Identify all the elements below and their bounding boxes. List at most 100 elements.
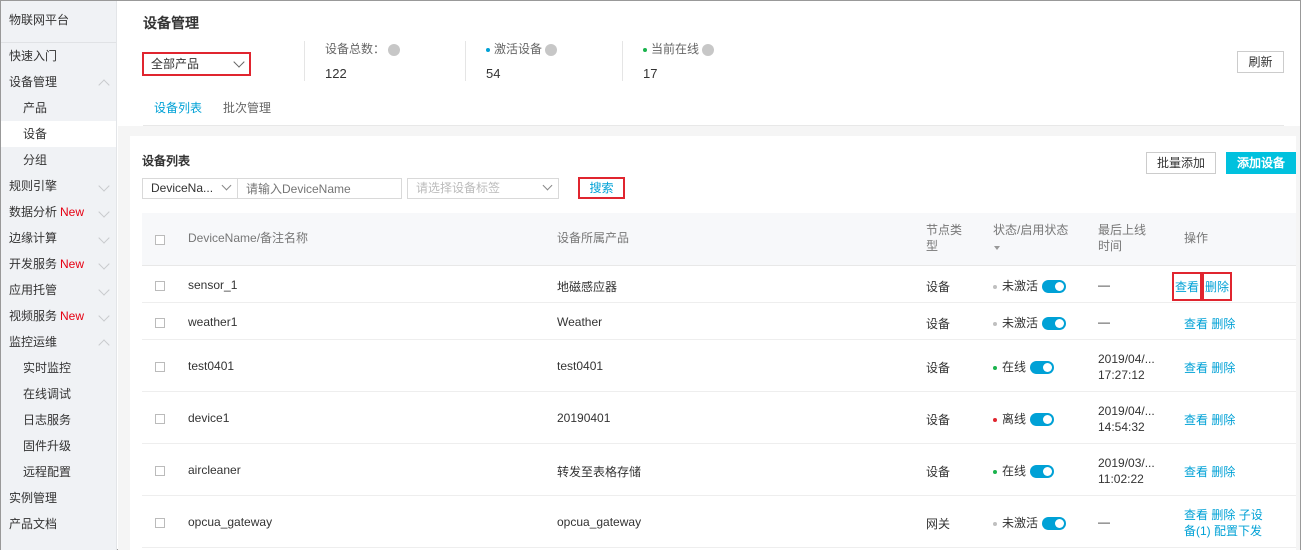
filter-type-select[interactable]: DeviceNa... — [142, 178, 238, 199]
status-dot-icon — [993, 521, 997, 526]
row-actions: 查看 删除 — [1184, 359, 1235, 376]
sidebar: 物联网平台 快速入门 设备管理 产品 设备 分组 规则引擎 数据分析 New 边缘计算 开发服务 N… — [1, 1, 117, 550]
new-badge: New — [60, 257, 85, 271]
sidebar-item[interactable]: 设备 — [1, 121, 116, 147]
product-select[interactable]: 全部产品 — [142, 52, 251, 76]
col-product: 设备所属产品 — [557, 231, 630, 245]
batch-add-button[interactable]: 批量添加 — [1146, 152, 1216, 174]
delete-link[interactable]: 删除 — [1202, 272, 1233, 301]
delete-link[interactable]: 删除 — [1211, 508, 1235, 522]
stat-online-devices: 当前在线 17 — [622, 41, 715, 81]
sidebar-item[interactable]: 固件升级 — [1, 433, 116, 459]
device-product: opcua_gateway — [557, 515, 642, 529]
sidebar-item[interactable]: 开发服务 New — [1, 251, 116, 277]
help-icon[interactable] — [702, 43, 715, 56]
device-name: weather1 — [188, 315, 238, 329]
delete-link[interactable]: 删除 — [1211, 317, 1235, 331]
view-link[interactable]: 查看 — [1184, 413, 1208, 427]
view-link[interactable]: 查看 — [1184, 317, 1208, 331]
filter-type-value: DeviceNa... — [151, 181, 214, 195]
sidebar-item[interactable]: 在线调试 — [1, 381, 116, 407]
status-dot-icon — [993, 469, 997, 474]
page-title: 设备管理 — [143, 15, 199, 31]
sub-device-link[interactable]: 子设 — [1239, 508, 1263, 522]
sidebar-item[interactable]: 分组 — [1, 147, 116, 173]
sidebar-item[interactable]: 数据分析 New — [1, 199, 116, 225]
device-product: 地磁感应器 — [557, 280, 618, 294]
sidebar-item[interactable]: 实时监控 — [1, 355, 116, 381]
new-badge: New — [60, 205, 85, 219]
enable-toggle[interactable] — [1042, 280, 1067, 294]
sidebar-item[interactable]: 产品文档 — [1, 511, 116, 537]
sidebar-item-label: 应用托管 — [9, 283, 58, 297]
product-select-value: 全部产品 — [151, 57, 200, 71]
enable-toggle[interactable] — [1042, 517, 1067, 531]
sidebar-item-label: 开发服务 — [9, 257, 58, 271]
sidebar-item[interactable]: 监控运维 — [1, 329, 116, 355]
device-status: 未激活 — [993, 314, 1067, 331]
row-checkbox[interactable] — [155, 362, 165, 372]
tab-batch-management[interactable]: 批次管理 — [223, 99, 271, 127]
delete-link[interactable]: 删除 — [1211, 413, 1235, 427]
device-status: 未激活 — [993, 277, 1067, 294]
col-node-type-line2: 型 — [926, 239, 939, 253]
delete-link[interactable]: 删除 — [1211, 465, 1235, 479]
table-row: sensor_1 地磁感应器 设备 未激活 — 查看 删除 — [142, 266, 1296, 303]
row-checkbox[interactable] — [155, 414, 165, 424]
chevron-down-icon — [98, 206, 110, 218]
device-tag-select[interactable]: 请选择设备标签 — [407, 178, 559, 199]
search-button[interactable]: 搜索 — [578, 177, 625, 199]
sidebar-item[interactable]: 日志服务 — [1, 407, 116, 433]
row-checkbox[interactable] — [155, 318, 165, 328]
device-list-title: 设备列表 — [142, 154, 191, 168]
sidebar-item[interactable]: 设备管理 — [1, 69, 116, 95]
sort-down-icon[interactable] — [994, 246, 1000, 250]
row-checkbox[interactable] — [155, 518, 165, 528]
chevron-up-icon — [98, 79, 110, 91]
sidebar-item-label: 实时监控 — [23, 361, 72, 375]
view-link[interactable]: 查看 — [1172, 272, 1203, 301]
add-device-button[interactable]: 添加设备 — [1226, 152, 1296, 174]
sidebar-item-label: 设备管理 — [9, 75, 58, 89]
sidebar-item[interactable]: 边缘计算 — [1, 225, 116, 251]
col-status-label: 状态/启用状态 — [993, 223, 1069, 237]
chevron-down-icon — [98, 180, 110, 192]
last-online: 2019/04/... 14:54:32 — [1098, 403, 1155, 435]
row-actions: 查看 删除 子设备(1) 配置下发 — [1184, 507, 1263, 539]
sidebar-item[interactable]: 视频服务 New — [1, 303, 116, 329]
help-icon[interactable] — [545, 43, 558, 56]
device-product: test0401 — [557, 359, 604, 373]
view-link[interactable]: 查看 — [1184, 508, 1208, 522]
view-link[interactable]: 查看 — [1184, 361, 1208, 375]
row-checkbox[interactable] — [155, 466, 165, 476]
sidebar-item-label: 远程配置 — [23, 465, 72, 479]
device-name: opcua_gateway — [188, 515, 273, 529]
refresh-button[interactable]: 刷新 — [1237, 51, 1284, 73]
select-all-checkbox[interactable] — [155, 235, 165, 245]
help-icon[interactable] — [388, 43, 401, 56]
sidebar-item[interactable]: 快速入门 — [1, 43, 116, 69]
device-tag-placeholder: 请选择设备标签 — [416, 181, 501, 195]
device-list-card: 设备列表 批量添加 添加设备 DeviceNa... 请选择设备标签 搜索 De… — [130, 136, 1296, 550]
enable-toggle[interactable] — [1030, 361, 1055, 375]
row-checkbox[interactable] — [155, 281, 165, 291]
device-product: Weather — [557, 315, 603, 329]
sidebar-item[interactable]: 规则引擎 — [1, 173, 116, 199]
chevron-down-icon — [221, 180, 232, 191]
view-link[interactable]: 查看 — [1184, 465, 1208, 479]
sidebar-item[interactable]: 远程配置 — [1, 459, 116, 485]
delete-link[interactable]: 删除 — [1211, 361, 1235, 375]
sidebar-item[interactable]: 产品 — [1, 95, 116, 121]
sidebar-item[interactable]: 实例管理 — [1, 485, 116, 511]
col-status[interactable]: 状态/启用状态 — [993, 222, 1068, 254]
enable-toggle[interactable] — [1030, 413, 1055, 427]
stat-value: 54 — [486, 66, 501, 81]
sub-device-config-link[interactable]: 备(1) 配置下发 — [1184, 524, 1262, 538]
tab-device-list[interactable]: 设备列表 — [143, 99, 212, 127]
enable-toggle[interactable] — [1030, 465, 1055, 479]
table-row: weather1 Weather 设备 未激活 — 查看 删除 — [142, 303, 1296, 340]
table-header: DeviceName/备注名称 设备所属产品 节点类 型 状态/启用状态 最后上… — [142, 213, 1296, 266]
sidebar-item[interactable]: 应用托管 — [1, 277, 116, 303]
device-name-input[interactable] — [237, 178, 402, 199]
enable-toggle[interactable] — [1042, 317, 1067, 331]
